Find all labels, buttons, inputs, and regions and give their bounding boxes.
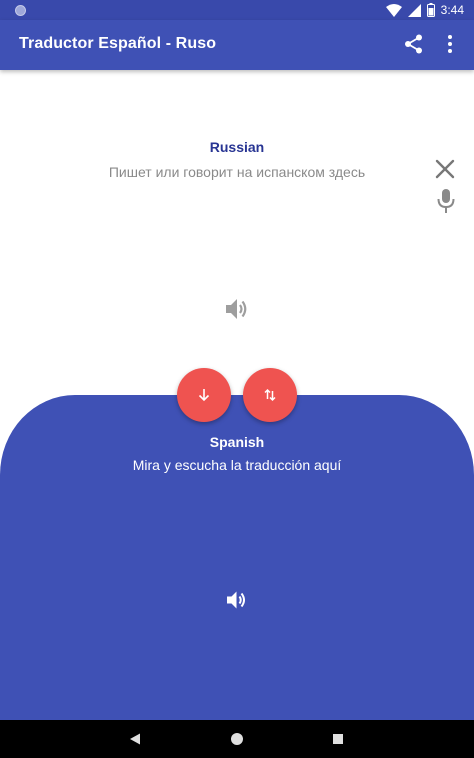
status-time: 3:44 xyxy=(440,3,464,17)
notification-dot-icon xyxy=(15,5,26,16)
signal-icon xyxy=(407,3,421,17)
swap-vert-icon xyxy=(264,388,276,402)
mic-icon[interactable] xyxy=(436,188,456,214)
more-vert-icon[interactable] xyxy=(442,33,458,55)
app-bar: Traductor Español - Ruso xyxy=(0,20,474,70)
wifi-icon xyxy=(385,3,402,17)
status-bar: 3:44 xyxy=(0,0,474,20)
target-language-label[interactable]: Spanish xyxy=(0,434,474,450)
battery-icon xyxy=(426,3,435,17)
status-icons: 3:44 xyxy=(385,2,464,18)
app-title: Traductor Español - Ruso xyxy=(19,35,217,52)
source-panel: Russian xyxy=(0,70,474,400)
target-panel: Spanish Mira y escucha la traducción aqu… xyxy=(0,395,474,720)
source-text-input[interactable] xyxy=(60,160,414,184)
translate-button[interactable] xyxy=(177,368,231,422)
swap-languages-button[interactable] xyxy=(243,368,297,422)
arrow-down-icon xyxy=(198,389,210,402)
source-language-label[interactable]: Russian xyxy=(0,139,474,155)
translation-output: Mira y escucha la traducción aquí xyxy=(132,457,342,473)
volume-up-icon[interactable] xyxy=(224,296,250,322)
share-icon[interactable] xyxy=(403,33,425,55)
home-icon[interactable] xyxy=(231,733,243,745)
recent-apps-icon[interactable] xyxy=(333,734,343,744)
navigation-bar xyxy=(0,720,474,758)
back-icon[interactable] xyxy=(129,733,141,745)
volume-up-icon[interactable] xyxy=(226,589,248,611)
close-icon[interactable] xyxy=(434,158,456,180)
